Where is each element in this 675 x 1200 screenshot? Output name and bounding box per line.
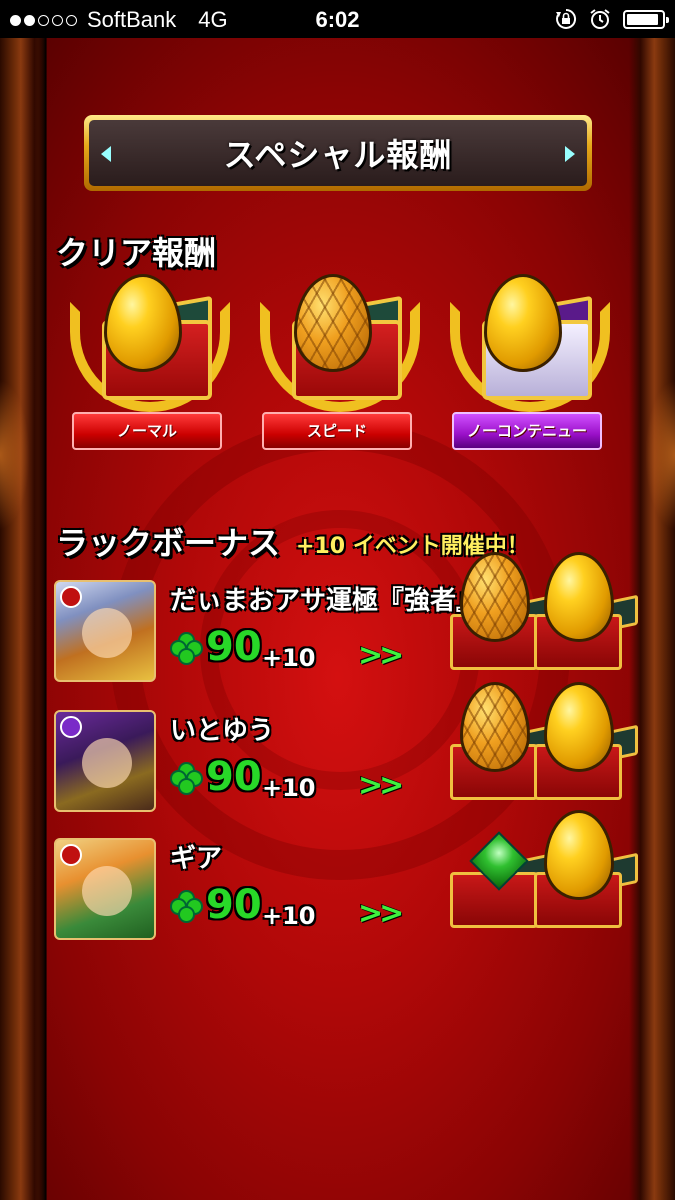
battery-icon bbox=[623, 9, 669, 29]
hex-egg-icon bbox=[294, 274, 372, 372]
chevron-right-icon: >> bbox=[358, 768, 404, 803]
luck-row: ギア 90 +10 >> bbox=[54, 810, 654, 948]
page-title: スペシャル報酬 bbox=[223, 136, 453, 174]
reward-chest-gold-egg bbox=[534, 810, 638, 928]
luck-row: だぃまおアサ運極『強者』 90 +10 >> bbox=[54, 552, 654, 690]
luck-value: 90 bbox=[206, 624, 262, 670]
luck-bonus-value: +10 bbox=[262, 774, 316, 802]
gold-egg-icon bbox=[544, 682, 614, 772]
clover-icon bbox=[170, 632, 204, 666]
reward-chest-hex-egg bbox=[450, 552, 554, 670]
reward-ribbon-speed: スピード bbox=[262, 412, 412, 450]
title-right-arrow-icon bbox=[565, 146, 575, 162]
left-frame-border bbox=[0, 38, 46, 1200]
hex-egg-icon bbox=[460, 552, 530, 642]
reward-ribbon-no-continue: ノーコンテニュー bbox=[452, 412, 602, 450]
clover-icon bbox=[170, 890, 204, 924]
status-bar: SoftBank 4G 6:02 bbox=[0, 0, 675, 38]
reward-chest-gold-egg bbox=[534, 682, 638, 800]
luck-bonus-heading: ラックボーナス bbox=[56, 524, 281, 562]
player-name: いとゆう bbox=[170, 716, 275, 746]
clear-reward-no-continue: ノーコンテニュー bbox=[442, 272, 618, 472]
fire-element-icon bbox=[60, 586, 82, 608]
hex-egg-icon bbox=[460, 682, 530, 772]
character-avatar[interactable] bbox=[54, 580, 156, 682]
reward-ribbon-normal: ノーマル bbox=[72, 412, 222, 450]
fire-element-icon bbox=[60, 844, 82, 866]
character-avatar[interactable] bbox=[54, 710, 156, 812]
status-right bbox=[555, 8, 669, 30]
avatar-face bbox=[82, 738, 132, 788]
reward-chest-gem bbox=[450, 810, 554, 928]
clear-reward-normal: ノーマル bbox=[62, 272, 238, 472]
gold-egg-icon bbox=[104, 274, 182, 372]
left-frame-glow bbox=[0, 380, 30, 530]
clear-reward-speed: スピード bbox=[252, 272, 428, 472]
dark-element-icon bbox=[60, 716, 82, 738]
gold-egg-icon bbox=[484, 274, 562, 372]
right-frame-glow bbox=[645, 380, 675, 530]
clear-reward-heading: クリア報酬 bbox=[56, 234, 217, 272]
character-avatar[interactable] bbox=[54, 838, 156, 940]
title-left-arrow-icon bbox=[101, 146, 111, 162]
avatar-face bbox=[82, 608, 132, 658]
chevron-right-icon: >> bbox=[358, 896, 404, 931]
avatar-face bbox=[82, 866, 132, 916]
rotation-lock-icon bbox=[556, 8, 577, 29]
gold-egg-icon bbox=[544, 552, 614, 642]
chevron-right-icon: >> bbox=[358, 638, 404, 673]
luck-bonus-value: +10 bbox=[262, 902, 316, 930]
clover-icon bbox=[170, 762, 204, 796]
alarm-icon bbox=[590, 9, 610, 29]
luck-row: いとゆう 90 +10 >> bbox=[54, 682, 654, 820]
luck-value: 90 bbox=[206, 754, 262, 800]
title-plate: スペシャル報酬 bbox=[84, 115, 592, 191]
player-name: ギア bbox=[170, 844, 223, 874]
luck-value: 90 bbox=[206, 882, 262, 928]
gold-egg-icon bbox=[544, 810, 614, 900]
luck-bonus-value: +10 bbox=[262, 644, 316, 672]
player-name: だぃまおアサ運極『強者』 bbox=[170, 586, 483, 616]
reward-chest-hex-egg bbox=[450, 682, 554, 800]
reward-chest-gold-egg bbox=[534, 552, 638, 670]
